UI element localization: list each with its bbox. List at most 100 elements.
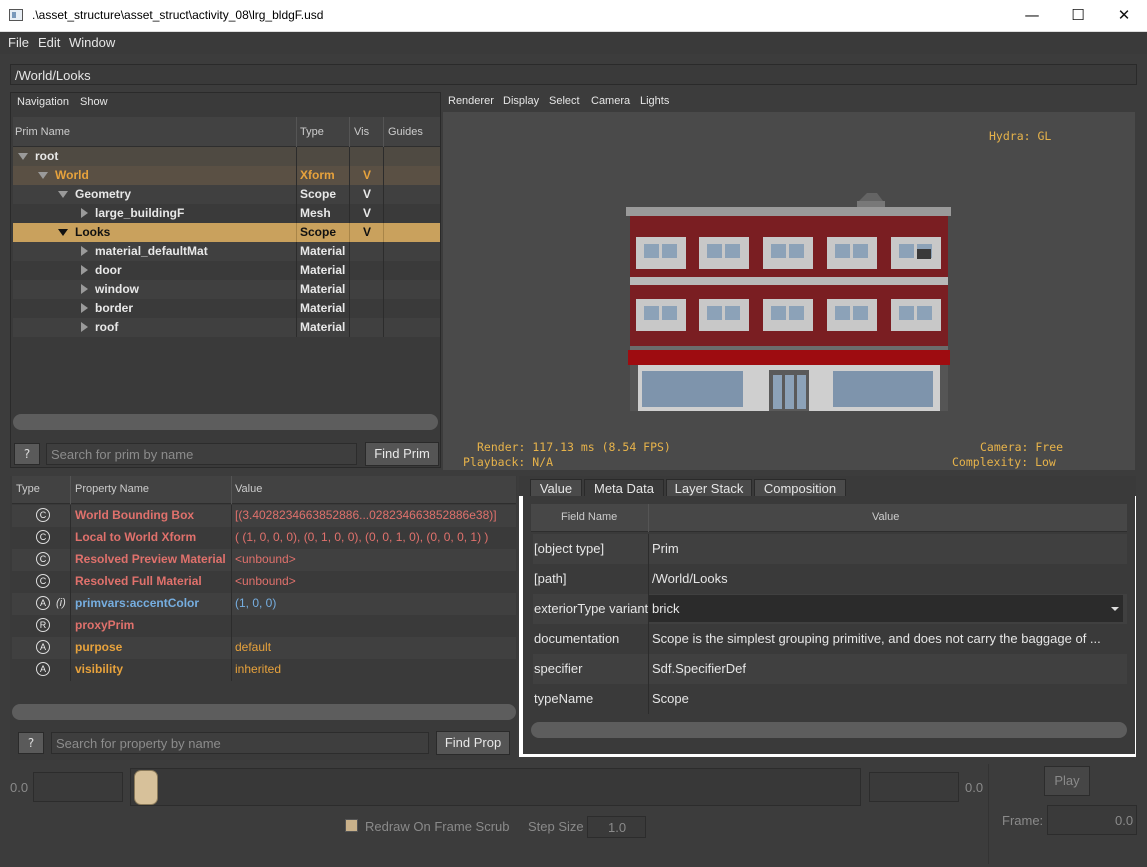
variant-dropdown[interactable]: brick xyxy=(649,595,1123,622)
play-button[interactable]: Play xyxy=(1044,766,1090,796)
prim-tree-scrollbar[interactable] xyxy=(13,414,438,430)
metadata-row[interactable]: typeName Scope xyxy=(533,684,1127,714)
start-frame-field[interactable] xyxy=(33,772,123,802)
property-row[interactable]: C Resolved Full Material <unbound> xyxy=(12,571,516,593)
header-prop-type[interactable]: Type xyxy=(16,483,40,495)
expand-icon[interactable] xyxy=(81,303,88,313)
property-row[interactable]: C World Bounding Box [(3.402823466385288… xyxy=(12,505,516,527)
inherited-marker: (i) xyxy=(56,597,66,609)
header-prop-value[interactable]: Value xyxy=(235,483,262,495)
tree-row-window[interactable]: window Material xyxy=(13,280,440,299)
column-divider xyxy=(648,534,649,714)
tree-row-roof[interactable]: roof Material xyxy=(13,318,440,337)
expand-icon[interactable] xyxy=(81,322,88,332)
menu-navigation[interactable]: Navigation xyxy=(17,96,69,108)
menu-select[interactable]: Select xyxy=(549,95,580,107)
menu-display[interactable]: Display xyxy=(503,95,539,107)
viewport[interactable]: Renderer Display Select Camera Lights Hy… xyxy=(443,92,1135,470)
prim-path-field[interactable]: /World/Looks xyxy=(10,64,1137,85)
find-prop-button[interactable]: Find Prop xyxy=(436,731,510,755)
menu-edit[interactable]: Edit xyxy=(38,35,60,50)
property-help-button[interactable]: ? xyxy=(18,732,44,754)
hud-renderer: Hydra: GL xyxy=(989,129,1052,143)
frame-field[interactable]: 0.0 xyxy=(1047,805,1137,835)
step-size-label: Step Size xyxy=(528,819,584,834)
metadata-row[interactable]: exteriorType variant brick xyxy=(533,594,1127,624)
menu-window[interactable]: Window xyxy=(69,35,115,50)
slider-handle[interactable] xyxy=(134,770,158,805)
header-prim-name[interactable]: Prim Name xyxy=(15,126,70,138)
start-frame-label: 0.0 xyxy=(10,780,29,795)
metadata-row[interactable]: [path]/World/Looks xyxy=(533,564,1127,594)
computed-badge-icon: C xyxy=(36,574,50,588)
metadata-scrollbar[interactable] xyxy=(531,722,1127,738)
property-view: Type Property Name Value C World Boundin… xyxy=(10,476,517,760)
menu-show[interactable]: Show xyxy=(80,96,108,108)
expand-icon[interactable] xyxy=(81,208,88,218)
header-prop-name[interactable]: Property Name xyxy=(75,483,149,495)
header-type[interactable]: Type xyxy=(300,126,324,138)
find-prim-button[interactable]: Find Prim xyxy=(365,442,439,466)
minimize-button[interactable]: — xyxy=(1009,0,1055,31)
property-row[interactable]: A (i) primvars:accentColor (1, 0, 0) xyxy=(12,593,516,615)
column-divider xyxy=(70,505,71,681)
prim-help-button[interactable]: ? xyxy=(14,443,40,465)
property-row[interactable]: A visibility inherited xyxy=(12,659,516,681)
property-row[interactable]: A purpose default xyxy=(12,637,516,659)
metadata-header: Field Name Value xyxy=(531,504,1127,532)
roof-vent xyxy=(857,193,885,207)
menu-file[interactable]: File xyxy=(8,35,29,50)
expand-icon[interactable] xyxy=(81,284,88,294)
hud-render-time: Render: 117.13 ms (8.54 FPS) xyxy=(477,440,671,454)
metadata-row[interactable]: specifier Sdf.SpecifierDef xyxy=(533,654,1127,684)
entrance-door xyxy=(769,370,809,411)
end-frame-label: 0.0 xyxy=(965,780,984,795)
tree-row-material-defaultmat[interactable]: material_defaultMat Material xyxy=(13,242,440,261)
metadata-row[interactable]: documentation Scope is the simplest group… xyxy=(533,624,1127,654)
prim-browser: Navigation Show Prim Name Type Vis Guide… xyxy=(10,92,441,468)
tree-row-root[interactable]: root xyxy=(13,147,440,166)
property-scrollbar[interactable] xyxy=(12,704,516,720)
end-frame-field[interactable] xyxy=(869,772,959,802)
header-field-name[interactable]: Field Name xyxy=(561,511,617,523)
step-size-field[interactable]: 1.0 xyxy=(587,816,646,838)
header-vis[interactable]: Vis xyxy=(354,126,369,138)
roof-cornice xyxy=(626,207,951,216)
header-guides[interactable]: Guides xyxy=(388,126,423,138)
attribute-badge-icon: A xyxy=(36,596,50,610)
windows-upper xyxy=(636,237,941,269)
header-field-value[interactable]: Value xyxy=(872,511,899,523)
prim-search-input[interactable]: Search for prim by name xyxy=(46,443,357,465)
maximize-button[interactable]: ☐ xyxy=(1055,0,1101,31)
collapse-icon[interactable] xyxy=(58,191,68,198)
collapse-icon[interactable] xyxy=(38,172,48,179)
metadata-row[interactable]: [object type] Prim xyxy=(533,534,1127,564)
inspector-panel: Value Meta Data Layer Stack Composition … xyxy=(519,476,1136,757)
tree-row-border[interactable]: border Material xyxy=(13,299,440,318)
dropdown-arrow-icon[interactable] xyxy=(1111,607,1119,611)
redraw-checkbox[interactable] xyxy=(345,819,358,832)
collapse-icon[interactable] xyxy=(18,153,28,160)
tree-row-door[interactable]: door Material xyxy=(13,261,440,280)
prim-table-header: Prim Name Type Vis Guides xyxy=(13,117,440,147)
tree-row-world[interactable]: World Xform V xyxy=(13,166,440,185)
collapse-icon[interactable] xyxy=(58,229,68,236)
menu-renderer[interactable]: Renderer xyxy=(448,95,494,107)
frame-slider[interactable] xyxy=(130,768,861,806)
menu-lights[interactable]: Lights xyxy=(640,95,669,107)
property-row[interactable]: C Local to World Xform ( (1, 0, 0, 0), (… xyxy=(12,527,516,549)
property-row[interactable]: R proxyPrim xyxy=(12,615,516,637)
title-bar: .\asset_structure\asset_struct\activity_… xyxy=(0,0,1147,32)
hud-camera: Camera: Free xyxy=(980,440,1064,454)
expand-icon[interactable] xyxy=(81,246,88,256)
tree-row-geometry[interactable]: Geometry Scope V xyxy=(13,185,440,204)
expand-icon[interactable] xyxy=(81,265,88,275)
property-search-input[interactable]: Search for property by name xyxy=(51,732,429,754)
tree-row-looks[interactable]: Looks Scope V xyxy=(13,223,440,242)
tree-row-large-buildingf[interactable]: large_buildingF Mesh V xyxy=(13,204,440,223)
computed-badge-icon: C xyxy=(36,530,50,544)
property-row[interactable]: C Resolved Preview Material <unbound> xyxy=(12,549,516,571)
menu-camera[interactable]: Camera xyxy=(591,95,630,107)
hud-complexity: Complexity: Low xyxy=(952,455,1056,469)
close-button[interactable]: ✕ xyxy=(1101,0,1147,31)
